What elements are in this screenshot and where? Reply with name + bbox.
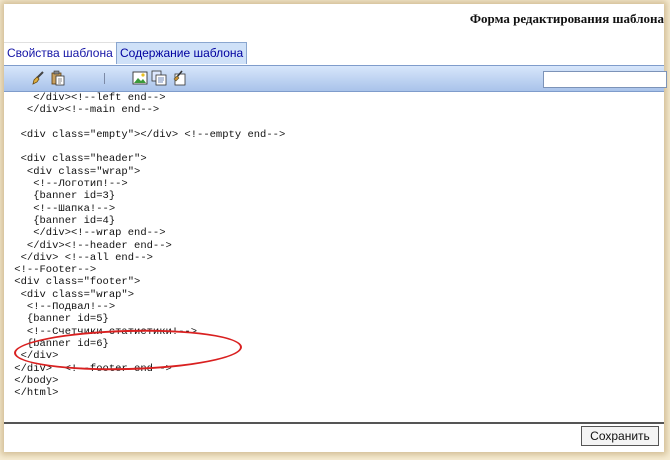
code-line: <div class="empty"></div> <!--empty end-… [8,128,286,141]
save-button[interactable]: Сохранить [581,426,659,446]
image-icon[interactable] [132,70,148,86]
tab-template-content[interactable]: Содержание шаблона [116,42,248,64]
code-line: {banner id=4} [8,214,116,227]
code-line: </div><!--wrap end--> [8,227,166,240]
code-line: <!--Логотип!--> [8,178,128,191]
code-line: <!--Шапка!--> [8,202,116,215]
code-line: <div class="footer"> [8,276,141,289]
toolbar-separator [104,73,105,84]
code-editor[interactable]: </div><!--left end--> </div><!--main end… [4,92,664,424]
brush-icon[interactable] [30,70,46,86]
code-line: </div><!--header end--> [8,239,172,252]
code-line: <div class="wrap"> [8,288,135,301]
code-line: <!--Подвал!--> [8,301,116,314]
code-line: {banner id=5} [8,313,109,326]
toolbar-search-input[interactable] [543,71,667,88]
code-line: </div><!--left end--> [8,92,166,104]
code-line: <div class="wrap"> [8,165,141,178]
code-line: <div class="header"> [8,153,147,166]
form-footer: Сохранить [4,424,664,452]
code-line: </body> [8,374,59,387]
format-icon[interactable] [170,70,186,86]
copy-icon[interactable] [151,70,167,86]
code-line: </html> [8,387,59,400]
editor-window: Форма редактирования шаблона Свойства ша… [4,4,667,452]
code-line: </div><!--main end--> [8,104,160,117]
code-line: {banner id=3} [8,190,116,203]
code-line: </div> <!--all end--> [8,251,153,264]
code-line: <!--Footer--> [8,264,97,277]
paste-icon[interactable] [50,70,66,86]
tab-template-properties[interactable]: Свойства шаблона [4,42,116,64]
editor-toolbar [4,65,667,92]
form-title: Форма редактирования шаблона [469,11,664,26]
